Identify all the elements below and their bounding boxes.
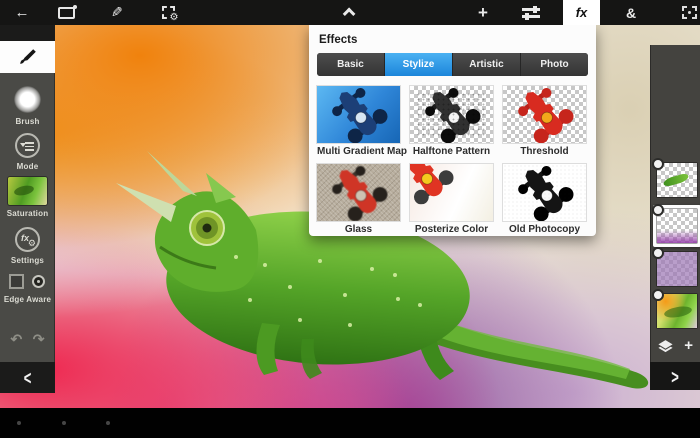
mode-button[interactable] — [15, 133, 40, 158]
layer-thumbnail-wrap — [657, 209, 697, 243]
layer-visibility-icon[interactable] — [652, 247, 664, 259]
add-image-icon — [58, 7, 75, 19]
effect-thumbnail[interactable] — [503, 164, 586, 221]
edge-aware-indicator — [32, 275, 45, 288]
saturation-preview-button[interactable] — [8, 177, 47, 205]
effects-panel-title: Effects — [319, 34, 588, 46]
top-toolbar: ← ✎ ⚙ + fx & — [0, 0, 700, 25]
add-layer-button[interactable]: + — [684, 337, 693, 354]
effect-multi-gradient-map[interactable]: Multi Gradient Map — [317, 86, 400, 164]
effect-thumbnail[interactable] — [317, 86, 400, 143]
collapse-left-toolbar-button[interactable]: < — [0, 362, 55, 393]
android-nav-bar — [0, 408, 700, 438]
draw-tool-button[interactable]: ✎ — [106, 0, 128, 25]
effect-label: Halftone Pattern — [410, 145, 493, 158]
back-icon: ← — [15, 4, 30, 21]
fullscreen-icon — [682, 6, 697, 19]
nav-recents-button[interactable] — [106, 421, 110, 425]
brush-tool-icon — [18, 47, 38, 67]
tool-tab-strip — [0, 25, 55, 41]
layer-thumbnail — [657, 294, 697, 328]
edge-aware-label: Edge Aware — [0, 295, 55, 304]
brush-preview-button[interactable] — [14, 86, 41, 113]
effect-label: Multi Gradient Map — [317, 145, 400, 158]
layer-item-2-selected[interactable] — [653, 205, 700, 247]
fullscreen-button[interactable] — [679, 0, 699, 25]
effects-tab-bar: Basic Stylize Artistic Photo — [317, 53, 588, 76]
gear-icon: ⚙ — [170, 13, 179, 23]
effect-thumbnail[interactable] — [317, 164, 400, 221]
chevron-left-icon: < — [24, 366, 32, 389]
nav-back-button[interactable] — [17, 421, 21, 425]
layers-panel: + > — [650, 45, 700, 390]
fx-button-active[interactable]: fx — [563, 0, 600, 25]
effect-thumbnail[interactable] — [410, 164, 493, 221]
tab-basic[interactable]: Basic — [317, 53, 385, 76]
layer-item-1[interactable] — [657, 163, 697, 197]
effect-old-photocopy[interactable]: Old Photocopy — [503, 164, 586, 242]
sliders-icon — [522, 7, 540, 19]
mode-label: Mode — [0, 162, 55, 171]
active-tool-tab-brush[interactable] — [0, 41, 55, 73]
undo-button[interactable]: ↶ — [11, 331, 23, 348]
selection-settings-button[interactable]: ⚙ — [155, 0, 181, 25]
nav-home-button[interactable] — [62, 421, 66, 425]
merge-button[interactable]: & — [620, 0, 642, 25]
back-button[interactable]: ← — [12, 0, 32, 25]
ampersand-icon: & — [626, 5, 636, 21]
layer-thumbnail — [657, 209, 697, 243]
layer-thumbnail — [657, 252, 697, 286]
effect-thumbnail[interactable] — [503, 86, 586, 143]
redo-button[interactable]: ↷ — [33, 331, 45, 348]
tab-stylize[interactable]: Stylize — [385, 53, 453, 76]
edge-aware-toggle[interactable] — [9, 274, 47, 289]
effects-grid: Multi Gradient Map Halftone Pattern Thre… — [317, 86, 588, 242]
effect-thumbnail[interactable] — [410, 86, 493, 143]
effect-threshold[interactable]: Threshold — [503, 86, 586, 164]
layer-visibility-icon[interactable] — [652, 289, 664, 301]
history-controls: ↶ ↷ — [0, 331, 55, 348]
layers-icon[interactable] — [657, 338, 674, 355]
add-button[interactable]: + — [472, 0, 494, 25]
pencil-icon: ✎ — [111, 4, 123, 21]
edge-aware-checkbox[interactable] — [9, 274, 24, 289]
tab-photo[interactable]: Photo — [521, 53, 588, 76]
settings-button[interactable]: fx ⚙ — [15, 227, 40, 252]
effect-label: Posterize Color — [410, 223, 493, 236]
effect-glass[interactable]: Glass — [317, 164, 400, 242]
saturation-label: Saturation — [0, 209, 55, 218]
chevron-right-icon: > — [671, 365, 679, 388]
effects-panel: Effects Basic Stylize Artistic Photo Mul… — [309, 25, 596, 236]
layers-panel-tools: + — [650, 335, 700, 359]
effect-label: Glass — [317, 223, 400, 236]
add-image-button[interactable] — [55, 0, 77, 25]
collapse-panel-button[interactable] — [340, 0, 360, 25]
tool-options-panel: Brush Mode Saturation fx ⚙ Settings Edge… — [0, 73, 55, 362]
photoshop-touch-app: ← ✎ ⚙ + fx & — [0, 0, 700, 438]
layer-item-3[interactable] — [657, 252, 697, 286]
layer-thumbnail — [657, 163, 697, 197]
left-toolbar: Brush Mode Saturation fx ⚙ Settings Edge… — [0, 25, 55, 393]
plus-icon: + — [478, 3, 488, 23]
tab-artistic[interactable]: Artistic — [453, 53, 521, 76]
brush-label: Brush — [0, 117, 55, 126]
settings-label: Settings — [0, 256, 55, 265]
chevron-up-icon — [342, 8, 355, 21]
marquee-icon: ⚙ — [162, 6, 175, 19]
layer-item-4[interactable] — [657, 294, 697, 328]
layer-visibility-icon[interactable] — [652, 204, 664, 216]
expand-right-panel-button[interactable]: > — [650, 362, 700, 390]
effect-label: Old Photocopy — [503, 223, 586, 236]
adjustments-button[interactable] — [518, 0, 544, 25]
gear-icon: ⚙ — [28, 238, 36, 249]
effect-posterize-color[interactable]: Posterize Color — [410, 164, 493, 242]
effect-halftone-pattern[interactable]: Halftone Pattern — [410, 86, 493, 164]
effect-label: Threshold — [503, 145, 586, 158]
layer-visibility-icon[interactable] — [652, 158, 664, 170]
